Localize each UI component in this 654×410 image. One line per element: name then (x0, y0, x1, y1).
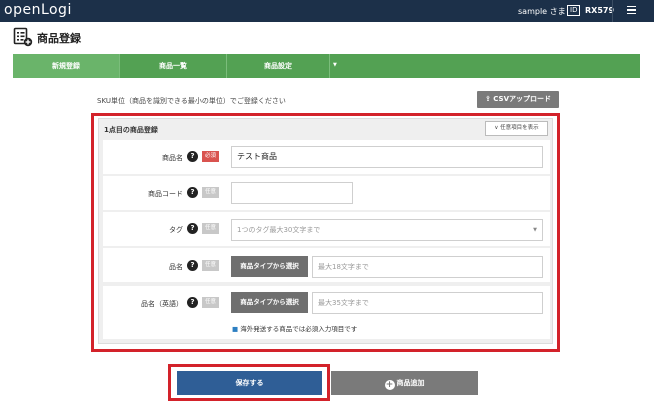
tab-bar: 新規登録 商品一覧 商品設定 ▼ (13, 54, 640, 78)
csv-upload-button[interactable]: ⇪ CSVアップロード (477, 91, 559, 108)
optional-badge: 任意 (202, 260, 219, 271)
select-product-type-button-en[interactable]: 商品タイプから選択 (231, 292, 308, 313)
top-bar: openLogi sample さま ID RX579 (0, 0, 654, 22)
item-name-input[interactable]: 最大18文字まで (312, 256, 543, 278)
csv-upload-label: CSVアップロード (493, 95, 552, 103)
overseas-note: ■ 海外発送する商品では必須入力項目です (232, 323, 357, 333)
show-optional-button[interactable]: ∨ 任意項目を表示 (485, 121, 548, 136)
tab-product-settings[interactable]: 商品設定 (227, 54, 329, 78)
help-icon[interactable]: ? (187, 297, 198, 308)
product-code-label: 商品コード (148, 190, 183, 198)
select-product-type-button[interactable]: 商品タイプから選択 (231, 256, 308, 277)
user-name: sample さま (518, 7, 566, 16)
optional-badge: 任意 (202, 223, 219, 234)
help-icon[interactable]: ? (187, 260, 198, 271)
required-badge: 必須 (202, 151, 219, 162)
tab-divider (329, 54, 330, 78)
page-header: 商品登録 (0, 22, 654, 54)
optional-badge: 任意 (202, 187, 219, 198)
caret-down-icon[interactable]: ▼ (333, 62, 337, 68)
product-name-input[interactable]: テスト商品 (231, 146, 543, 168)
add-product-label: 商品追加 (396, 379, 425, 387)
bullet-icon: ■ (232, 325, 241, 333)
header-divider (612, 0, 613, 22)
product-list-add-icon (13, 27, 33, 47)
hamburger-icon[interactable] (627, 6, 636, 15)
product-code-input[interactable] (231, 182, 353, 204)
plus-circle-icon: + (384, 380, 395, 390)
id-badge: ID (567, 5, 581, 16)
show-optional-label: 任意項目を表示 (500, 125, 539, 131)
item-name-en-label: 品名（英語） (141, 300, 183, 308)
tab-product-list[interactable]: 商品一覧 (120, 54, 226, 78)
help-icon[interactable]: ? (187, 151, 198, 162)
overseas-note-text: 海外発送する商品では必須入力項目です (240, 325, 358, 333)
help-icon[interactable]: ? (187, 187, 198, 198)
item-name-en-input[interactable]: 最大35文字まで (312, 292, 543, 314)
form-title: 1点目の商品登録 (104, 126, 158, 134)
save-button[interactable]: 保存する (177, 371, 322, 395)
chevron-down-icon: ▼ (533, 227, 537, 233)
tag-label: タグ (169, 226, 183, 234)
item-name-label: 品名 (169, 263, 183, 271)
add-product-button[interactable]: + 商品追加 (331, 371, 478, 395)
tag-select[interactable]: 1つのタグ最大30文字まで ▼ (231, 219, 543, 241)
upload-icon: ⇪ (484, 95, 491, 103)
help-icon[interactable]: ? (187, 223, 198, 234)
sku-hint: SKU単位（商品を識別できる最小の単位）でご登録ください (97, 97, 286, 105)
user-id: RX579 (585, 6, 615, 15)
product-name-label: 商品名 (162, 154, 183, 162)
page-title: 商品登録 (37, 32, 81, 45)
tag-placeholder: 1つのタグ最大30文字まで (237, 226, 321, 234)
openlogi-logo[interactable]: openLogi (4, 2, 72, 18)
optional-badge: 任意 (202, 297, 219, 308)
tab-new-registration[interactable]: 新規登録 (13, 54, 119, 78)
